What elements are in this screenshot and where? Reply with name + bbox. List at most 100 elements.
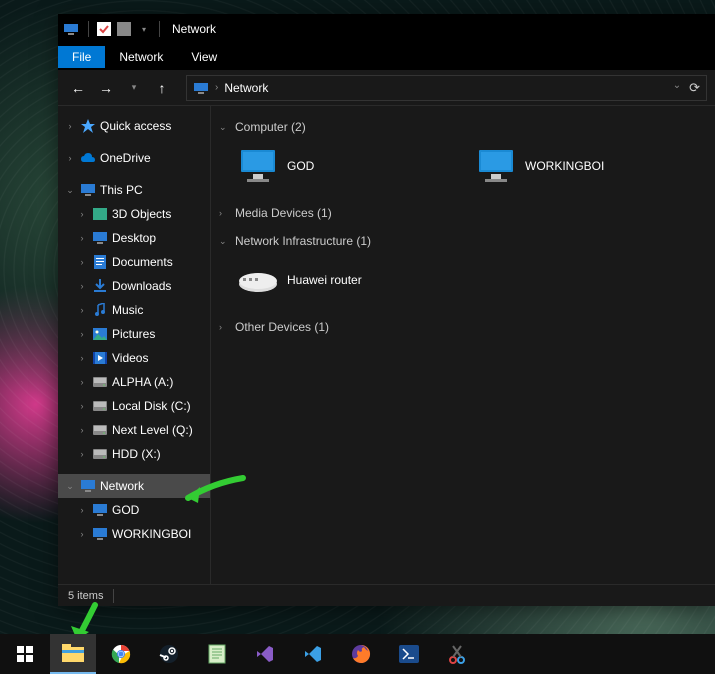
folder-icon xyxy=(92,206,108,222)
taskbar-chrome[interactable] xyxy=(98,634,144,674)
chevron-right-icon[interactable]: › xyxy=(76,233,88,243)
taskbar-vscode[interactable] xyxy=(290,634,336,674)
folder-icon xyxy=(92,446,108,462)
chevron-right-icon[interactable]: › xyxy=(76,353,88,363)
sidebar-item[interactable]: ›HDD (X:) xyxy=(58,442,210,466)
system-icon[interactable] xyxy=(62,20,80,38)
chevron-right-icon[interactable]: › xyxy=(76,329,88,339)
sidebar-item[interactable]: ›3D Objects xyxy=(58,202,210,226)
group-header[interactable]: ›Media Devices (1) xyxy=(217,202,709,224)
pc-icon xyxy=(92,502,108,518)
sidebar-this-pc[interactable]: ⌄ This PC xyxy=(58,178,210,202)
refresh-button[interactable]: ⟳ xyxy=(689,80,700,96)
content-pane[interactable]: ⌄Computer (2) GODWORKINGBOI ›Media Devices… xyxy=(210,106,715,584)
chevron-right-icon[interactable]: › xyxy=(76,425,88,435)
sidebar-item[interactable]: ›Pictures xyxy=(58,322,210,346)
menubar: File Network View xyxy=(58,44,715,70)
device-icon xyxy=(475,148,517,184)
body: › Quick access › OneDrive ⌄ This PC ›3D … xyxy=(58,106,715,584)
qat-item-icon[interactable] xyxy=(115,20,133,38)
chevron-right-icon[interactable]: › xyxy=(76,401,88,411)
sidebar-onedrive[interactable]: › OneDrive xyxy=(58,146,210,170)
chevron-down-icon[interactable]: ⌄ xyxy=(219,236,229,247)
taskbar-powershell[interactable] xyxy=(386,634,432,674)
device-icon xyxy=(237,262,279,298)
network-icon xyxy=(80,478,96,494)
forward-button[interactable]: → xyxy=(94,76,118,100)
sidebar-item[interactable]: ›Desktop xyxy=(58,226,210,250)
group-header[interactable]: ›Other Devices (1) xyxy=(217,316,709,338)
taskbar xyxy=(0,634,715,674)
taskbar-steam[interactable] xyxy=(146,634,192,674)
taskbar-notepadpp[interactable] xyxy=(194,634,240,674)
taskbar-firefox[interactable] xyxy=(338,634,384,674)
star-icon xyxy=(80,118,96,134)
chevron-right-icon[interactable]: › xyxy=(76,305,88,315)
chevron-right-icon[interactable]: › xyxy=(76,505,88,515)
chevron-right-icon[interactable]: › xyxy=(76,209,88,219)
chevron-down-icon[interactable]: ⌄ xyxy=(64,185,76,196)
sidebar-network-computer[interactable]: ›GOD xyxy=(58,498,210,522)
address-dropdown-icon[interactable]: ⌄ xyxy=(673,80,681,96)
chevron-right-icon[interactable]: › xyxy=(76,529,88,539)
chevron-down-icon[interactable]: ⌄ xyxy=(219,122,229,133)
recent-dropdown[interactable]: ▾ xyxy=(122,76,146,100)
chevron-right-icon[interactable]: › xyxy=(219,208,229,218)
start-button[interactable] xyxy=(2,634,48,674)
menu-view[interactable]: View xyxy=(177,46,231,68)
sidebar-item[interactable]: ›Next Level (Q:) xyxy=(58,418,210,442)
taskbar-explorer[interactable] xyxy=(50,634,96,674)
sidebar-item[interactable]: ›Downloads xyxy=(58,274,210,298)
chevron-down-icon[interactable]: ⌄ xyxy=(64,481,76,492)
chevron-right-icon[interactable]: › xyxy=(64,121,76,131)
titlebar: ▾ Network xyxy=(58,14,715,44)
folder-icon xyxy=(92,326,108,342)
pc-icon xyxy=(92,526,108,542)
device-icon xyxy=(237,148,279,184)
taskbar-snip[interactable] xyxy=(434,634,480,674)
sidebar-item[interactable]: ›ALPHA (A:) xyxy=(58,370,210,394)
qat-dropdown-icon[interactable]: ▾ xyxy=(135,20,153,38)
breadcrumb-text[interactable]: Network xyxy=(224,81,268,95)
group-header[interactable]: ⌄Computer (2) xyxy=(217,116,709,138)
statusbar: 5 items xyxy=(58,584,715,606)
chevron-right-icon[interactable]: › xyxy=(64,153,76,163)
content-item[interactable]: GOD xyxy=(233,144,463,188)
menu-file[interactable]: File xyxy=(58,46,105,68)
sidebar-item[interactable]: ›Documents xyxy=(58,250,210,274)
folder-icon xyxy=(92,302,108,318)
window-title: Network xyxy=(172,22,216,36)
sidebar-item[interactable]: ›Videos xyxy=(58,346,210,370)
sidebar-network-computer[interactable]: ›WORKINGBOI xyxy=(58,522,210,546)
quick-access-toolbar: ▾ xyxy=(84,20,164,38)
content-item[interactable]: WORKINGBOI xyxy=(471,144,701,188)
folder-icon xyxy=(92,278,108,294)
chevron-right-icon[interactable]: › xyxy=(76,377,88,387)
folder-icon xyxy=(92,254,108,270)
folder-icon xyxy=(92,230,108,246)
chevron-right-icon[interactable]: › xyxy=(76,257,88,267)
cloud-icon xyxy=(80,150,96,166)
sidebar-item[interactable]: ›Local Disk (C:) xyxy=(58,394,210,418)
back-button[interactable]: ← xyxy=(66,76,90,100)
network-icon xyxy=(193,80,209,96)
explorer-window: ▾ Network File Network View ← → ▾ ↑ › Ne… xyxy=(58,14,715,606)
chevron-right-icon[interactable]: › xyxy=(76,281,88,291)
folder-icon xyxy=(92,350,108,366)
sidebar-network[interactable]: ⌄ Network xyxy=(58,474,210,498)
up-button[interactable]: ↑ xyxy=(150,76,174,100)
chevron-right-icon[interactable]: › xyxy=(219,322,229,332)
menu-network[interactable]: Network xyxy=(105,46,177,68)
sidebar-quick-access[interactable]: › Quick access xyxy=(58,114,210,138)
address-bar[interactable]: › Network ⌄ ⟳ xyxy=(186,75,707,101)
chevron-right-icon[interactable]: › xyxy=(76,449,88,459)
folder-icon xyxy=(92,374,108,390)
content-item[interactable]: Huawei router xyxy=(233,258,463,302)
chevron-right-icon: › xyxy=(215,82,218,93)
sidebar-item[interactable]: ›Music xyxy=(58,298,210,322)
group-header[interactable]: ⌄Network Infrastructure (1) xyxy=(217,230,709,252)
navigation-pane[interactable]: › Quick access › OneDrive ⌄ This PC ›3D … xyxy=(58,106,210,584)
toolbar: ← → ▾ ↑ › Network ⌄ ⟳ xyxy=(58,70,715,106)
taskbar-visualstudio[interactable] xyxy=(242,634,288,674)
properties-icon[interactable] xyxy=(95,20,113,38)
